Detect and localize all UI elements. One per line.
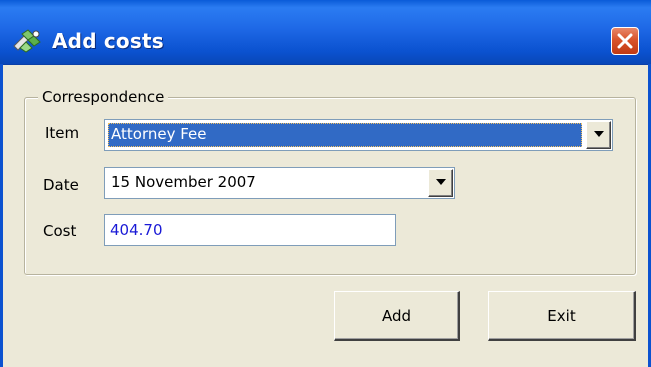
close-button[interactable]: [611, 27, 639, 55]
date-label: Date: [43, 176, 79, 194]
date-picker-value: 15 November 2007: [111, 173, 256, 191]
exit-button[interactable]: Exit: [488, 291, 636, 341]
item-select[interactable]: Attorney Fee: [104, 119, 613, 151]
add-costs-app-icon: [12, 28, 44, 54]
add-button[interactable]: Add: [334, 291, 460, 341]
add-button-label: Add: [381, 306, 412, 325]
exit-button-label: Exit: [547, 306, 576, 325]
date-picker[interactable]: 15 November 2007: [104, 167, 455, 199]
date-dropdown-button[interactable]: [428, 169, 453, 197]
window-title: Add costs: [52, 29, 164, 53]
close-icon: [617, 33, 633, 49]
cost-input[interactable]: 404.70: [104, 214, 396, 246]
window-frame-left: [0, 64, 3, 367]
item-label: Item: [45, 124, 80, 142]
item-select-value: Attorney Fee: [108, 123, 582, 147]
title-bar[interactable]: Add costs: [0, 0, 651, 65]
item-dropdown-button[interactable]: [586, 121, 611, 149]
group-legend: Correspondence: [38, 88, 169, 106]
chevron-down-icon: [594, 131, 604, 137]
chevron-down-icon: [436, 179, 446, 185]
cost-label: Cost: [43, 222, 77, 240]
add-costs-window: Add costs Correspondence Item Attorney F…: [0, 0, 651, 367]
